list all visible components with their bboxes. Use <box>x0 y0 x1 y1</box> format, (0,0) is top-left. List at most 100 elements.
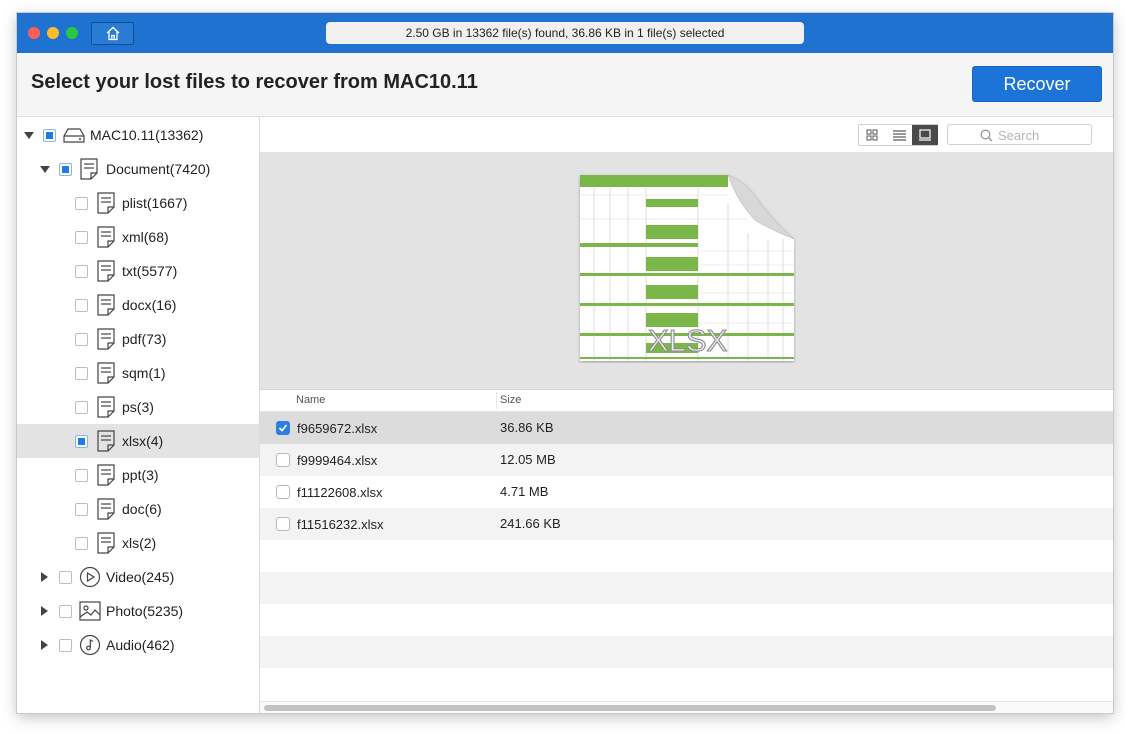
document-icon <box>97 328 115 350</box>
expand-arrow-icon[interactable] <box>24 132 34 139</box>
tree-checkbox[interactable] <box>75 367 88 380</box>
tree-item-pdf[interactable]: pdf(73) <box>17 322 259 356</box>
list-view-button[interactable] <box>886 125 912 145</box>
document-icon <box>97 192 115 214</box>
tree-item-xlsx[interactable]: xlsx(4) <box>17 424 259 458</box>
tree-checkbox[interactable] <box>75 469 88 482</box>
drive-icon <box>63 128 85 143</box>
table-row[interactable]: f9999464.xlsx 12.05 MB <box>260 444 1113 476</box>
empty-row <box>260 668 1113 701</box>
file-table-header: Name Size <box>260 390 1113 412</box>
list-icon <box>893 130 906 141</box>
tree-item-xml[interactable]: xml(68) <box>17 220 259 254</box>
tree-checkbox[interactable] <box>59 571 72 584</box>
tree-item-drive[interactable]: MAC10.11(13362) <box>17 118 259 152</box>
tree-item-xls[interactable]: xls(2) <box>17 526 259 560</box>
tree-checkbox[interactable] <box>75 401 88 414</box>
checkmark-icon <box>278 424 288 432</box>
tree-item-docx[interactable]: docx(16) <box>17 288 259 322</box>
column-header-size[interactable]: Size <box>500 394 521 406</box>
document-icon <box>97 532 115 554</box>
tree-checkbox[interactable] <box>59 605 72 618</box>
view-mode-switcher <box>858 124 938 146</box>
document-icon <box>97 498 115 520</box>
empty-row <box>260 540 1113 572</box>
file-size: 12.05 MB <box>500 452 556 467</box>
tree-item-doc[interactable]: doc(6) <box>17 492 259 526</box>
page-title: Select your lost files to recover from M… <box>31 71 478 93</box>
tree-item-document[interactable]: Document(7420) <box>17 152 259 186</box>
recover-button[interactable]: Recover <box>972 66 1102 102</box>
preview-view-button[interactable] <box>912 125 938 145</box>
expand-arrow-icon[interactable] <box>41 606 48 616</box>
tree-item-label: txt(5577) <box>122 263 178 279</box>
file-name: f11122608.xlsx <box>297 485 383 500</box>
tree-item-label: doc(6) <box>122 501 162 517</box>
tree-checkbox[interactable] <box>75 299 88 312</box>
horizontal-scrollbar[interactable] <box>260 701 1113 713</box>
tree-checkbox[interactable] <box>75 231 88 244</box>
tree-checkbox[interactable] <box>75 333 88 346</box>
grid-view-button[interactable] <box>859 125 885 145</box>
row-checkbox[interactable] <box>276 453 290 467</box>
minimize-window-button[interactable] <box>47 27 59 39</box>
table-row[interactable]: f11516232.xlsx 241.66 KB <box>260 508 1113 540</box>
column-header-name[interactable]: Name <box>296 394 325 406</box>
tree-checkbox[interactable] <box>59 639 72 652</box>
close-window-button[interactable] <box>28 27 40 39</box>
tree-item-ps[interactable]: ps(3) <box>17 390 259 424</box>
file-size: 241.66 KB <box>500 516 561 531</box>
scrollbar-thumb[interactable] <box>264 705 996 711</box>
tree-item-label: docx(16) <box>122 297 177 313</box>
video-icon <box>79 566 101 588</box>
tree-item-sqm[interactable]: sqm(1) <box>17 356 259 390</box>
tree-item-label: xls(2) <box>122 535 157 551</box>
tree-item-photo[interactable]: Photo(5235) <box>17 594 259 628</box>
document-icon <box>97 226 115 248</box>
document-icon <box>97 464 115 486</box>
search-icon <box>980 129 993 142</box>
file-name: f11516232.xlsx <box>297 517 384 532</box>
tree-item-ppt[interactable]: ppt(3) <box>17 458 259 492</box>
tree-item-txt[interactable]: txt(5577) <box>17 254 259 288</box>
expand-arrow-icon[interactable] <box>40 166 50 173</box>
tree-checkbox[interactable] <box>75 265 88 278</box>
expand-arrow-icon[interactable] <box>41 640 48 650</box>
tree-item-audio[interactable]: Audio(462) <box>17 628 259 662</box>
tree-checkbox[interactable] <box>75 435 88 448</box>
expand-arrow-icon[interactable] <box>41 572 48 582</box>
tree-item-label: xlsx(4) <box>122 433 164 449</box>
tree-item-label: plist(1667) <box>122 195 188 211</box>
tree-checkbox[interactable] <box>75 537 88 550</box>
file-preview: XLSX <box>260 153 1113 390</box>
file-size: 36.86 KB <box>500 420 554 435</box>
title-bar: 2.50 GB in 13362 file(s) found, 36.86 KB… <box>17 13 1113 53</box>
empty-row <box>260 604 1113 636</box>
column-divider[interactable] <box>496 392 497 409</box>
tree-item-label: sqm(1) <box>122 365 166 381</box>
document-icon <box>97 362 115 384</box>
tree-checkbox[interactable] <box>75 503 88 516</box>
row-checkbox[interactable] <box>276 421 290 435</box>
table-row[interactable]: f11122608.xlsx 4.71 MB <box>260 476 1113 508</box>
tree-item-video[interactable]: Video(245) <box>17 560 259 594</box>
tree-item-label: ps(3) <box>122 399 154 415</box>
spreadsheet-thumbnail: XLSX <box>580 174 795 361</box>
tree-checkbox[interactable] <box>43 129 56 142</box>
tree-checkbox[interactable] <box>59 163 72 176</box>
row-checkbox[interactable] <box>276 517 290 531</box>
home-button[interactable] <box>91 22 134 45</box>
document-icon <box>97 430 115 452</box>
empty-row <box>260 636 1113 668</box>
scan-status: 2.50 GB in 13362 file(s) found, 36.86 KB… <box>326 22 804 44</box>
row-checkbox[interactable] <box>276 485 290 499</box>
table-row[interactable]: f9659672.xlsx 36.86 KB <box>260 412 1113 444</box>
tree-checkbox[interactable] <box>75 197 88 210</box>
document-icon <box>97 294 115 316</box>
tree-item-plist[interactable]: plist(1667) <box>17 186 259 220</box>
search-input[interactable]: Search <box>947 124 1092 145</box>
home-icon <box>106 26 120 41</box>
tree-item-label: xml(68) <box>122 229 169 245</box>
empty-row <box>260 572 1113 604</box>
zoom-window-button[interactable] <box>66 27 78 39</box>
